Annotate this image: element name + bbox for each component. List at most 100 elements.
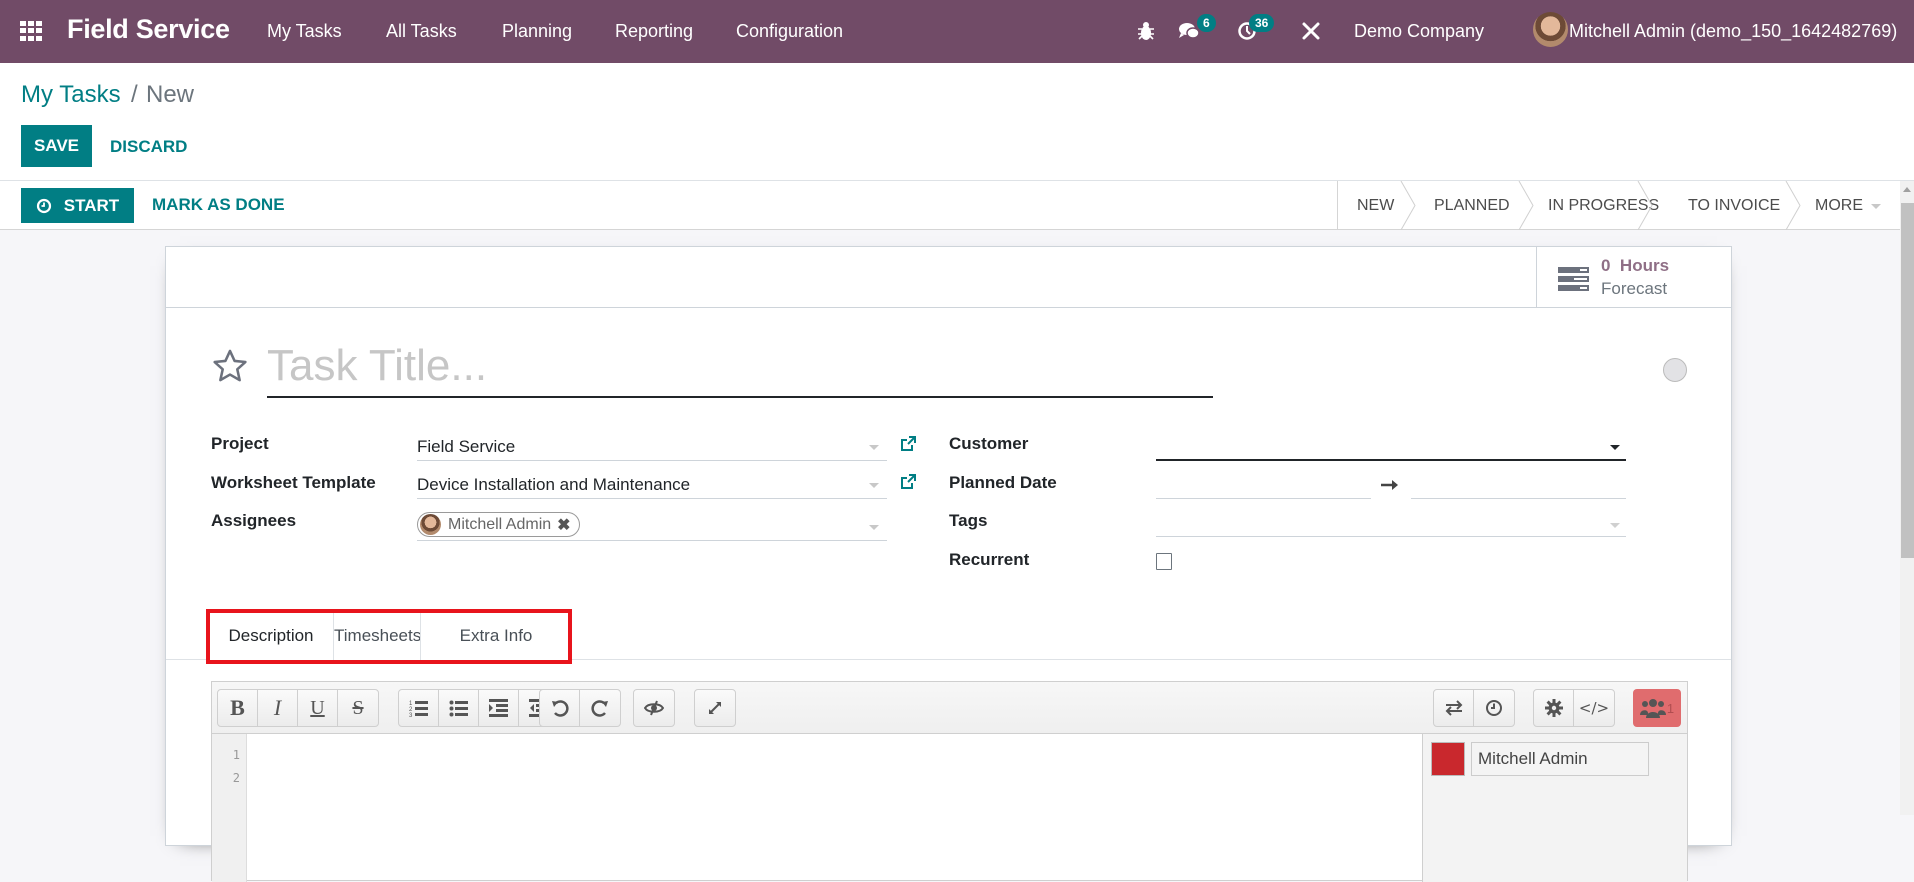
top-navbar: Field Service My Tasks All Tasks Plannin… [0, 0, 1914, 63]
italic-icon[interactable]: I [258, 690, 298, 726]
settings-group: </> [1533, 689, 1615, 727]
sync-group [1433, 689, 1515, 727]
breadcrumb-parent[interactable]: My Tasks [21, 81, 121, 109]
forecast-value: 0 Hours [1601, 256, 1669, 276]
undo-icon[interactable] [540, 690, 580, 726]
collaborator-color-swatch [1431, 742, 1465, 776]
save-button[interactable]: SAVE [21, 125, 92, 167]
menu-configuration[interactable]: Configuration [736, 21, 843, 42]
status-bar: START MARK AS DONE NEW PLANNED IN PROGRE… [0, 181, 1900, 230]
scroll-thumb[interactable] [1901, 203, 1914, 558]
user-menu[interactable]: Mitchell Admin (demo_150_1642482769) [1569, 21, 1897, 42]
company-switcher[interactable]: Demo Company [1354, 21, 1484, 42]
page-scrollbar[interactable] [1900, 181, 1914, 815]
recurrent-label: Recurrent [949, 550, 1030, 569]
collaborator-name: Mitchell Admin [1471, 742, 1649, 776]
arrow-right-icon [1381, 480, 1398, 490]
external-link-icon[interactable] [899, 473, 917, 491]
assignees-label: Assignees [211, 511, 297, 530]
project-field[interactable]: Field Service [417, 433, 887, 461]
customer-field[interactable] [1156, 433, 1626, 461]
svg-text:3: 3 [409, 713, 413, 717]
planned-date-start-input[interactable] [1156, 471, 1371, 499]
underline-icon[interactable]: U [298, 690, 338, 726]
editor-toolbar: B I U S 123 </> 1 [212, 682, 1687, 734]
bug-icon[interactable] [1137, 21, 1155, 41]
expand-icon[interactable] [695, 690, 735, 726]
breadcrumb-separator: / [131, 81, 138, 108]
forecast-unit: Hours [1619, 256, 1670, 275]
editor-content-area[interactable] [248, 734, 1423, 882]
activities-badge: 36 [1249, 14, 1275, 32]
start-label: START [63, 195, 120, 215]
ordered-list-icon[interactable]: 123 [399, 690, 439, 726]
stage-chevron-icon [1785, 181, 1801, 230]
stage-divider [1337, 181, 1338, 230]
priority-star-icon[interactable] [210, 347, 250, 385]
recurrent-checkbox[interactable] [1156, 553, 1172, 570]
forecast-hours-button[interactable]: 0 Hours Forecast [1536, 247, 1731, 307]
preview-group [633, 689, 675, 727]
history-group [539, 689, 621, 727]
planned-date-end-input[interactable] [1411, 471, 1626, 499]
remove-tag-icon[interactable]: ✖ [557, 515, 570, 535]
line-number-gutter: 1 2 [212, 734, 247, 882]
start-button[interactable]: START [21, 188, 134, 223]
swap-icon[interactable] [1434, 690, 1474, 726]
stage-chevron-icon [1518, 181, 1534, 230]
stage-chevron-icon [1400, 181, 1416, 230]
unordered-list-icon[interactable] [439, 690, 479, 726]
collaborator-count: 1 [1666, 700, 1675, 716]
menu-reporting[interactable]: Reporting [615, 21, 693, 42]
assignees-field[interactable]: Mitchell Admin ✖ [417, 509, 887, 541]
history-clock-icon[interactable] [1474, 690, 1514, 726]
fullscreen-group [694, 689, 736, 727]
font-style-group: B I U S [217, 689, 379, 727]
gear-icon[interactable] [1534, 690, 1574, 726]
collaborators-panel: Mitchell Admin [1422, 734, 1687, 882]
clock-icon [36, 198, 51, 213]
redo-icon[interactable] [580, 690, 620, 726]
planned-date-label: Planned Date [949, 473, 1057, 492]
collaborators-button[interactable]: 1 [1633, 689, 1681, 727]
caret-down-icon [869, 525, 879, 530]
html-editor: B I U S 123 </> 1 1 2 Mitchell Admin [211, 681, 1688, 882]
task-title-input[interactable]: Task Title... [267, 341, 1213, 398]
stage-new[interactable]: NEW [1357, 181, 1394, 230]
forecast-label: Forecast [1601, 279, 1668, 298]
stage-more-dropdown[interactable]: MORE [1815, 181, 1881, 230]
worksheet-template-value: Device Installation and Maintenance [417, 475, 691, 494]
external-link-icon[interactable] [899, 435, 917, 453]
stage-planned[interactable]: PLANNED [1434, 181, 1510, 230]
apps-grid-icon[interactable] [20, 21, 42, 41]
paragraph-group: 123 [398, 689, 560, 727]
discard-button[interactable]: DISCARD [110, 137, 187, 157]
worksheet-template-field[interactable]: Device Installation and Maintenance [417, 471, 887, 499]
tags-field[interactable] [1156, 509, 1626, 537]
menu-all-tasks[interactable]: All Tasks [386, 21, 457, 42]
kanban-state-icon[interactable] [1663, 358, 1687, 382]
hide-preview-icon[interactable] [634, 690, 674, 726]
strikethrough-icon[interactable]: S [338, 690, 378, 726]
project-label: Project [211, 434, 269, 453]
tags-label: Tags [949, 511, 988, 530]
caret-down-icon [869, 483, 879, 488]
breadcrumb-current: New [146, 81, 195, 108]
mark-as-done-button[interactable]: MARK AS DONE [152, 195, 285, 215]
tools-icon[interactable] [1301, 21, 1321, 41]
menu-my-tasks[interactable]: My Tasks [267, 21, 342, 42]
caret-down-icon [869, 445, 879, 450]
stage-chevron-icon [1637, 181, 1653, 230]
stage-to-invoice[interactable]: TO INVOICE [1688, 181, 1780, 230]
indent-icon[interactable] [479, 690, 519, 726]
scroll-up-icon[interactable] [1903, 187, 1911, 192]
server-icon [1558, 267, 1589, 291]
caret-down-icon [1610, 445, 1620, 450]
code-view-icon[interactable]: </> [1574, 690, 1614, 726]
bold-icon[interactable]: B [218, 690, 258, 726]
menu-planning[interactable]: Planning [502, 21, 572, 42]
user-avatar[interactable] [1533, 12, 1568, 47]
app-name[interactable]: Field Service [67, 14, 230, 45]
customer-label: Customer [949, 434, 1029, 453]
messages-badge: 6 [1197, 14, 1216, 32]
